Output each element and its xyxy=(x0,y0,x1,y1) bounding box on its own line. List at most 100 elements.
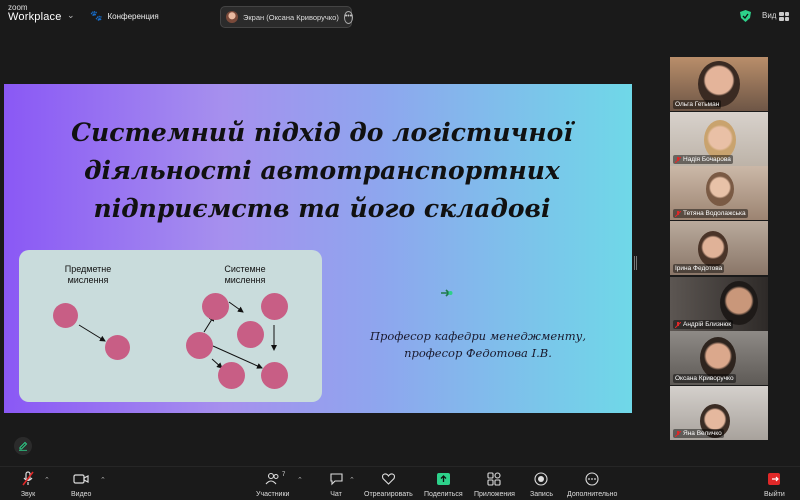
participant-tile[interactable]: Андрій Близнюк xyxy=(670,277,768,331)
participant-name: Ольга Гетьман xyxy=(673,100,722,109)
annotate-button[interactable] xyxy=(14,437,32,455)
leave-label: Выйти xyxy=(764,491,785,498)
react-button[interactable]: Отреагировать xyxy=(364,471,413,498)
diagram-node xyxy=(53,303,78,328)
slide-title-line: Системний підхід до логістичної xyxy=(71,118,573,147)
chevron-up-icon[interactable]: ⌃ xyxy=(100,476,106,484)
diagram-label-line: Предметне xyxy=(64,264,112,274)
diagram-node xyxy=(218,362,245,389)
participant-name: Андрій Близнюк xyxy=(673,320,734,329)
participant-tile[interactable]: Тетяна Водолажська xyxy=(670,166,768,220)
participant-tile[interactable]: Ольга Гетьман xyxy=(670,57,768,111)
react-label: Отреагировать xyxy=(364,491,413,498)
participants-icon xyxy=(265,472,279,485)
logo-workplace-text: Workplace xyxy=(8,11,62,23)
zoom-logo[interactable]: zoom Workplace xyxy=(8,4,62,23)
participants-label: Участники xyxy=(256,491,290,498)
diagram-node xyxy=(261,293,288,320)
more-options-icon[interactable]: ••• xyxy=(343,10,354,24)
slide-title: Системний підхід до логістичної діяльнос… xyxy=(32,114,612,228)
diagram-node xyxy=(186,332,213,359)
apps-icon xyxy=(487,472,502,486)
participant-name: Ірина Федотова xyxy=(673,264,725,273)
participant-video xyxy=(720,281,758,325)
meeting-toolbar: Звук ⌃ Видео ⌃ Участники 7 ⌃ Чат ⌃ Отреа… xyxy=(0,466,800,500)
participant-name-text: Тетяна Водолажська xyxy=(683,210,746,217)
screen-share-label: Экран (Оксана Криворучко) xyxy=(243,12,339,22)
shared-screen-area: Системний підхід до логістичної діяльнос… xyxy=(0,44,660,474)
screen-share-indicator[interactable]: Экран (Оксана Криворучко) ••• xyxy=(220,6,354,28)
diagram-label-line: мислення xyxy=(67,275,109,285)
share-screen-icon xyxy=(436,473,450,485)
paw-icon: 🐾 xyxy=(90,11,103,22)
mic-muted-icon xyxy=(675,156,681,163)
grid-view-icon[interactable] xyxy=(779,12,789,21)
avatar xyxy=(226,11,238,23)
participant-tile[interactable]: Надія Бочарова xyxy=(670,112,768,166)
participant-video xyxy=(700,337,736,379)
participant-name-text: Яна Величко xyxy=(683,430,722,437)
apps-button[interactable]: Приложения xyxy=(474,471,515,498)
participants-count: 7 xyxy=(282,472,286,478)
diagram-arrow xyxy=(78,324,106,342)
share-screen-button[interactable]: Поделиться xyxy=(424,471,463,498)
slide-author: Професор кафедри менеджменту, професор Ф… xyxy=(352,328,604,362)
record-icon xyxy=(534,472,549,486)
participant-video xyxy=(706,172,734,206)
participant-name-text: Андрій Близнюк xyxy=(683,321,732,328)
chevron-up-icon[interactable]: ⌃ xyxy=(297,476,303,484)
diagram-node xyxy=(261,362,288,389)
participant-name: Оксана Криворучко xyxy=(673,374,736,383)
mic-muted-icon xyxy=(675,321,681,328)
mic-muted-icon xyxy=(675,210,681,217)
chevron-up-icon[interactable]: ⌃ xyxy=(44,476,50,484)
record-button[interactable]: Запись xyxy=(530,471,553,498)
record-label: Запись xyxy=(530,491,553,498)
mic-muted-icon xyxy=(675,430,681,437)
chevron-down-icon[interactable]: ⌄ xyxy=(67,10,75,21)
participant-video xyxy=(698,231,728,267)
leave-button[interactable]: Выйти xyxy=(764,471,785,498)
camera-icon xyxy=(73,474,89,484)
chat-icon xyxy=(329,473,343,486)
participant-tile-active-speaker[interactable]: Ірина Федотова xyxy=(670,221,768,275)
diagram-node xyxy=(105,335,130,360)
participant-name: Тетяна Водолажська xyxy=(673,209,748,218)
participant-name: Яна Величко xyxy=(673,429,724,438)
participant-name-text: Надія Бочарова xyxy=(683,156,731,163)
author-line: професор Федотова І.В. xyxy=(404,346,552,360)
chevron-up-icon[interactable]: ⌃ xyxy=(349,476,355,484)
more-button[interactable]: Дополнительно xyxy=(567,471,617,498)
diagram-arrow xyxy=(228,301,244,313)
participant-name-text: Ірина Федотова xyxy=(675,265,723,272)
more-icon xyxy=(585,472,599,486)
participant-video xyxy=(704,120,736,160)
participant-tile[interactable]: Оксана Криворучко xyxy=(670,331,768,385)
resize-handle[interactable] xyxy=(634,256,637,270)
apps-label: Приложения xyxy=(474,491,515,498)
more-label: Дополнительно xyxy=(567,491,618,498)
slide-title-line: підприємств та його складові xyxy=(93,194,551,223)
share-label: Поделиться xyxy=(424,491,463,498)
meeting-info[interactable]: 🐾 Конференция xyxy=(90,11,159,22)
audio-button[interactable]: Звук xyxy=(20,471,36,498)
annotation-cursor-icon xyxy=(441,289,453,297)
diagram-label-line: мислення xyxy=(224,275,266,285)
participant-name: Надія Бочарова xyxy=(673,155,733,164)
pencil-icon xyxy=(19,441,28,451)
presentation-slide: Системний підхід до логістичної діяльнос… xyxy=(4,84,632,413)
chat-button[interactable]: Чат xyxy=(328,471,344,498)
heart-icon xyxy=(381,473,395,485)
thinking-diagram: Предметне мислення Системне мислення xyxy=(19,250,322,402)
top-bar: zoom Workplace ⌄ 🐾 Конференция Экран (Ок… xyxy=(0,0,800,34)
video-label: Видео xyxy=(71,491,92,498)
diagram-node xyxy=(202,293,229,320)
meeting-label: Конференция xyxy=(107,12,159,21)
diagram-right-label: Системне мислення xyxy=(205,264,285,286)
diagram-left-label: Предметне мислення xyxy=(48,264,128,286)
video-button[interactable]: Видео xyxy=(71,471,91,498)
shield-icon[interactable] xyxy=(740,10,751,22)
participant-tile[interactable]: Яна Величко xyxy=(670,386,768,440)
view-label[interactable]: Вид xyxy=(762,11,776,20)
diagram-node xyxy=(237,321,264,348)
